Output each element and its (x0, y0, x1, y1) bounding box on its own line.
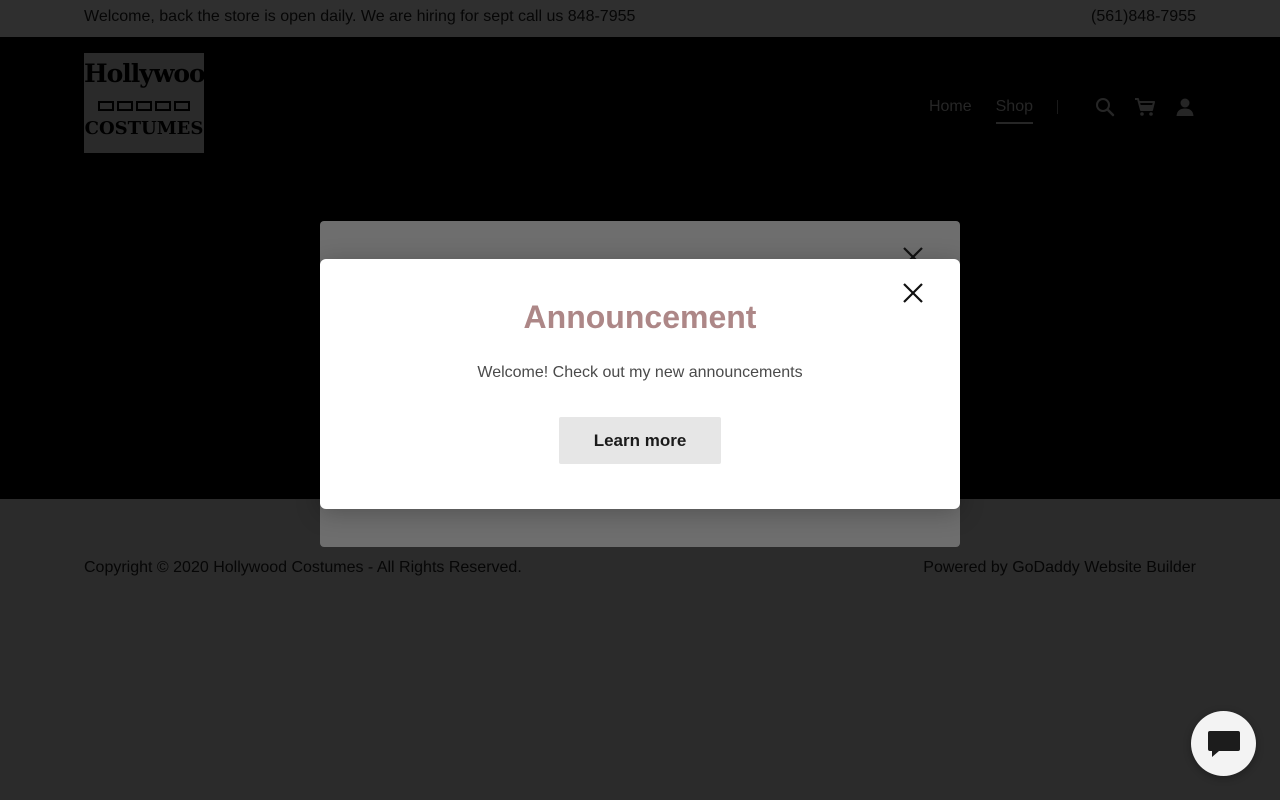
logo-line-1: Hollywood (84, 59, 222, 88)
chat-icon (1207, 730, 1240, 757)
account-icon[interactable] (1174, 96, 1196, 118)
nav-item-home[interactable]: Home (929, 98, 972, 116)
search-icon[interactable] (1094, 96, 1116, 118)
learn-more-button[interactable]: Learn more (559, 417, 721, 464)
main-nav: Home Shop (905, 92, 1196, 124)
cart-icon[interactable] (1134, 96, 1156, 118)
chat-button[interactable] (1191, 711, 1256, 776)
announcement-modal: Announcement Welcome! Check out my new a… (320, 259, 960, 509)
nav-divider (1057, 100, 1058, 114)
footer-powered-by[interactable]: Powered by GoDaddy Website Builder (923, 559, 1196, 577)
announcement-bar-phone[interactable]: (561)848-7955 (1091, 8, 1196, 26)
announcement-bar-message: Welcome, back the store is open daily. W… (84, 8, 636, 25)
nav-item-shop[interactable]: Shop (995, 98, 1034, 124)
modal-message: Welcome! Check out my new announcements (477, 364, 803, 381)
announcement-bar: Welcome, back the store is open daily. W… (0, 0, 1280, 37)
footer-copyright: Copyright © 2020 Hollywood Costumes - Al… (84, 559, 522, 576)
site-logo[interactable]: Hollywood COSTUMES (84, 53, 222, 153)
logo-line-2: COSTUMES (84, 118, 204, 139)
modal-title: Announcement (523, 299, 757, 335)
logo-film-strip (89, 101, 199, 113)
